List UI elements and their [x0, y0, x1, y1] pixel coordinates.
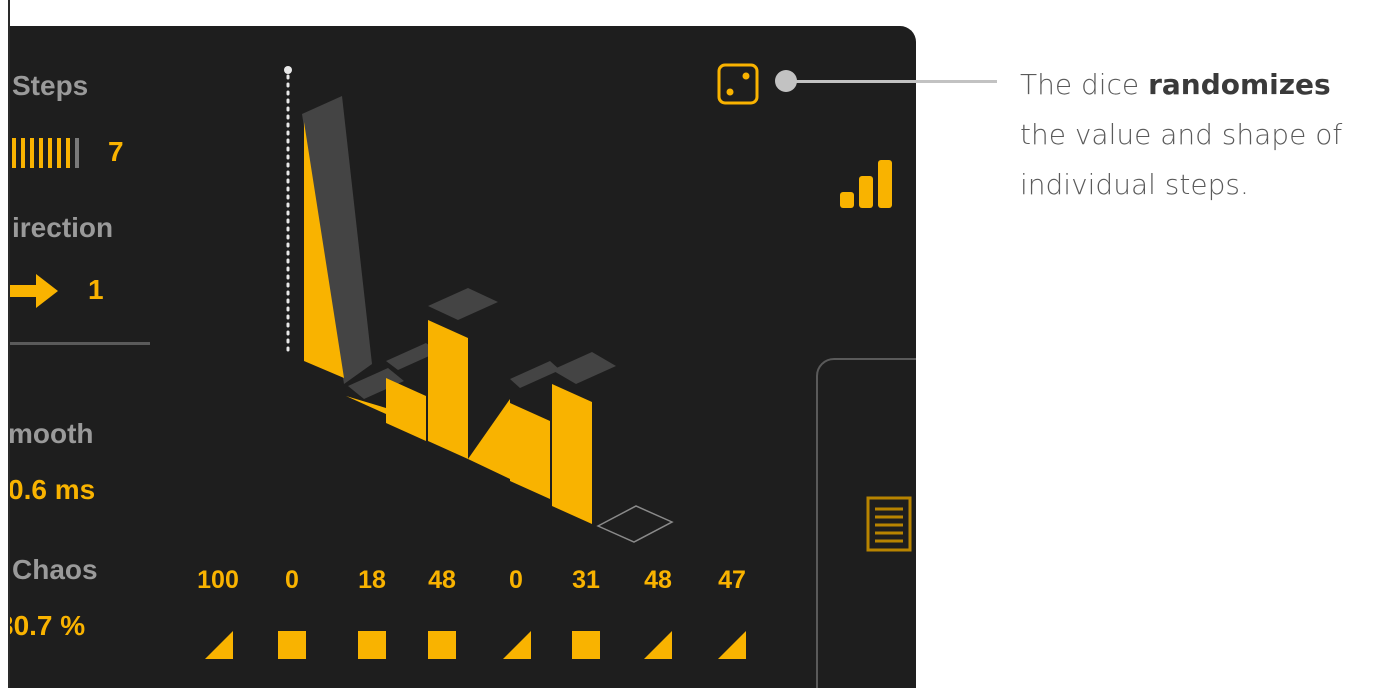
callout-text-bold: randomizes: [1148, 68, 1331, 101]
step-value-3[interactable]: 18: [358, 566, 386, 595]
steps-ticks[interactable]: [12, 138, 84, 168]
step-tick: [66, 138, 70, 168]
device-panel: Steps 7 irection 1 mooth 0.6 ms Chaos 30…: [10, 26, 916, 688]
step-tick: [48, 138, 52, 168]
step-tick: [39, 138, 43, 168]
square-shape-icon[interactable]: [358, 631, 386, 659]
empty-step-outline: [596, 505, 674, 543]
direction-value[interactable]: 1: [88, 274, 104, 306]
chaos-label: Chaos: [12, 554, 98, 585]
arrow-right-icon[interactable]: [10, 274, 60, 308]
callout-dot: [775, 70, 797, 92]
ramp-shape-icon[interactable]: [644, 631, 672, 659]
step-value-4[interactable]: 48: [428, 566, 456, 595]
step-value-5[interactable]: 0: [509, 566, 523, 595]
ramp-shape-icon[interactable]: [205, 631, 233, 659]
callout-line: [785, 80, 997, 83]
step-value-7[interactable]: 48: [644, 566, 672, 595]
step-value-6[interactable]: 31: [572, 566, 600, 595]
step-tick: [57, 138, 61, 168]
square-shape-icon[interactable]: [428, 631, 456, 659]
ramp-shape-icon[interactable]: [503, 631, 531, 659]
smooth-label: mooth: [10, 418, 94, 449]
step-tick: [12, 138, 16, 168]
steps-label: Steps: [12, 70, 89, 101]
steps-value[interactable]: 7: [108, 136, 124, 168]
square-shape-icon[interactable]: [278, 631, 306, 659]
callout-text-before: The dice: [1020, 68, 1149, 101]
callout-text-after: the value and shape of individual steps.: [1020, 118, 1343, 201]
step-tick: [21, 138, 25, 168]
callout-text: The dice randomizes the value and shape …: [1020, 60, 1370, 210]
chaos-value[interactable]: 30.7 %: [10, 610, 85, 642]
ramp-shape-icon[interactable]: [718, 631, 746, 659]
dice-icon[interactable]: [717, 63, 759, 105]
step-tick: [75, 138, 79, 168]
list-view-icon[interactable]: [866, 496, 912, 552]
step-value-1[interactable]: 100: [197, 566, 239, 595]
step-tick: [30, 138, 34, 168]
direction-label: irection: [12, 212, 114, 243]
square-shape-icon[interactable]: [572, 631, 600, 659]
bars-view-icon[interactable]: [838, 158, 896, 210]
step-visualization[interactable]: [270, 56, 690, 546]
step-value-8[interactable]: 47: [718, 566, 746, 595]
dotted-axis: [284, 66, 292, 356]
smooth-value[interactable]: 0.6 ms: [10, 474, 95, 506]
section-divider: [10, 342, 150, 345]
step-value-2[interactable]: 0: [285, 566, 299, 595]
